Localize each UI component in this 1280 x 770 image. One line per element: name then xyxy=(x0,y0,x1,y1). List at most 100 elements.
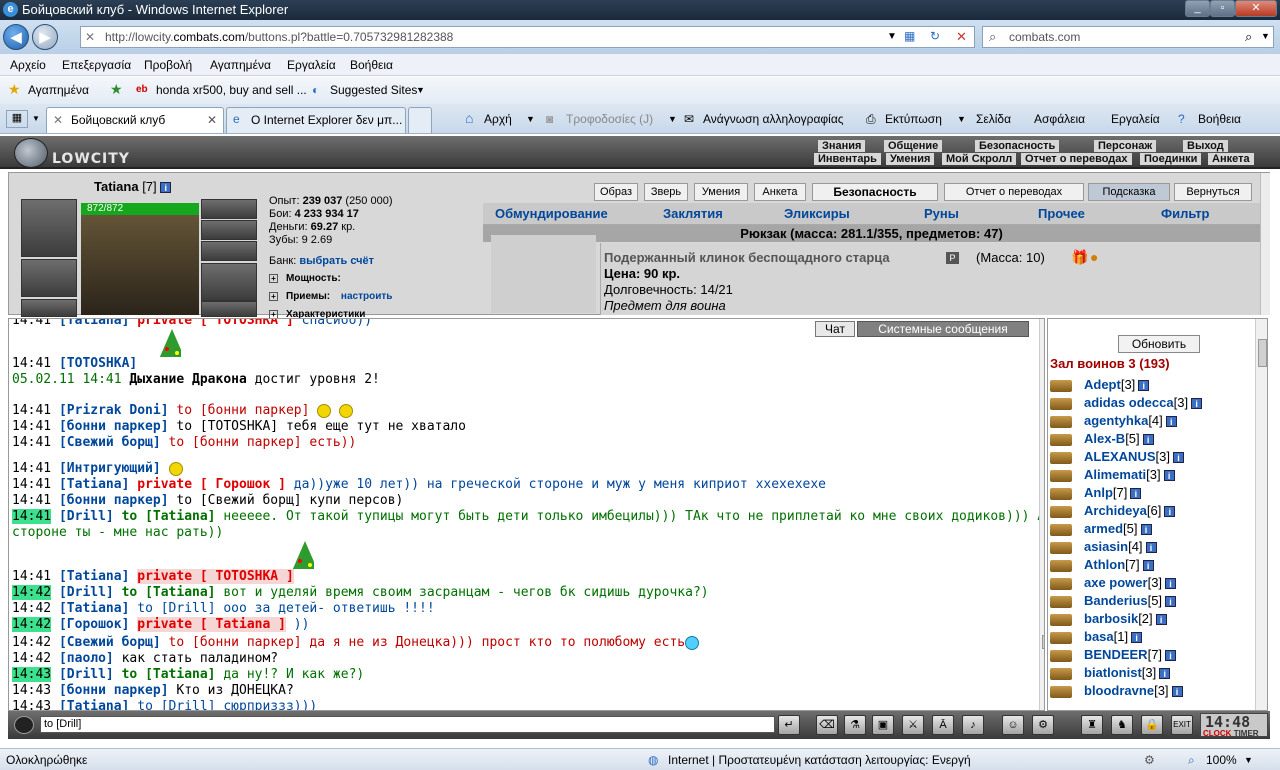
pet-button[interactable]: Зверь xyxy=(644,183,688,201)
room-scroll-thumb[interactable] xyxy=(1258,339,1267,367)
feeds-button[interactable]: Τροφοδοσίες (J) xyxy=(566,112,653,126)
item-image[interactable] xyxy=(491,235,596,313)
new-tab-button[interactable] xyxy=(408,107,432,133)
print-dropdown-icon[interactable]: ▼ xyxy=(957,114,966,124)
player-row[interactable]: Alimemati[3] i xyxy=(1050,467,1175,482)
favorites-button[interactable]: Αγαπημένα xyxy=(28,83,89,97)
clear-icon[interactable]: ⌫ xyxy=(816,715,838,735)
tab-elixirs[interactable]: Эликсиры xyxy=(784,206,850,221)
add-favorite-icon[interactable]: ★ xyxy=(110,81,123,98)
player-name[interactable]: biatlonist xyxy=(1084,665,1142,680)
translit-icon[interactable]: Ā xyxy=(932,715,954,735)
player-info-icon[interactable]: i xyxy=(1165,578,1177,589)
address-bar[interactable]: ✕ http://lowcity.combats.com/buttons.pl?… xyxy=(80,26,975,48)
player-name[interactable]: axe power xyxy=(1084,575,1148,590)
player-info-icon[interactable]: i xyxy=(1165,596,1177,607)
suggested-sites-link[interactable]: Suggested Sites xyxy=(330,83,417,97)
panel-scrollbar[interactable] xyxy=(1260,173,1270,315)
player-name[interactable]: BENDEER xyxy=(1084,647,1148,662)
tab-list-dropdown-icon[interactable]: ▼ xyxy=(32,114,40,123)
item-name[interactable]: Подержанный клинок беспощадного старца xyxy=(604,250,890,265)
stop-icon[interactable]: ✕ xyxy=(956,29,967,45)
nav-inventory[interactable]: Инвентарь xyxy=(814,153,881,165)
security-zone[interactable]: Internet | Προστατευμένη κατάσταση λειτο… xyxy=(668,753,971,767)
compat-view-icon[interactable]: ▦ xyxy=(904,29,915,43)
player-info-icon[interactable]: i xyxy=(1145,542,1157,553)
player-name[interactable]: Adept xyxy=(1084,377,1121,392)
character-portrait[interactable] xyxy=(81,203,199,315)
player-row[interactable]: Adept[3] i xyxy=(1050,377,1150,392)
search-box[interactable]: ⌕ combats.com ⌕ ▼ xyxy=(982,26,1274,48)
weapon-slot[interactable] xyxy=(21,299,77,317)
player-info-icon[interactable]: i xyxy=(1131,632,1143,643)
player-info-icon[interactable]: i xyxy=(1159,668,1171,679)
player-info-icon[interactable]: i xyxy=(1164,506,1176,517)
player-row[interactable]: Banderius[5] i xyxy=(1050,593,1177,608)
menu-edit[interactable]: Επεξεργασία xyxy=(62,58,131,72)
filter-icon[interactable]: ⚗ xyxy=(844,715,866,735)
shield-slot[interactable] xyxy=(201,301,257,317)
profile-button[interactable]: Анкета xyxy=(754,183,806,201)
tab-spells[interactable]: Заклятия xyxy=(663,206,723,221)
player-row[interactable]: asiasin[4] i xyxy=(1050,539,1157,554)
smiles-icon[interactable]: ☺ xyxy=(1002,715,1024,735)
tab-runes[interactable]: Руны xyxy=(924,206,959,221)
address-dropdown-icon[interactable]: ▼ xyxy=(887,31,897,42)
player-name[interactable]: adidas odecca xyxy=(1084,395,1174,410)
suggested-sites-dropdown-icon[interactable]: ▼ xyxy=(416,85,425,95)
search-input[interactable]: combats.com xyxy=(1009,30,1080,44)
chat-scroll-thumb[interactable] xyxy=(1042,635,1044,649)
player-row[interactable]: barbosik[2] i xyxy=(1050,611,1167,626)
player-info-icon[interactable]: i xyxy=(1138,380,1150,391)
tab-ie-error[interactable]: e Ο Internet Explorer δεν μπ... xyxy=(226,107,406,133)
player-name[interactable]: basa xyxy=(1084,629,1114,644)
hint-button[interactable]: Подсказка xyxy=(1088,183,1170,201)
room-scrollbar[interactable] xyxy=(1255,319,1267,710)
nav-communication[interactable]: Общение xyxy=(884,140,943,152)
transfer-report-button[interactable]: Отчет о переводах xyxy=(944,183,1084,201)
search-icon[interactable]: ⌕ xyxy=(1245,29,1252,45)
player-name[interactable]: armed xyxy=(1084,521,1123,536)
player-info-icon[interactable]: i xyxy=(1142,560,1154,571)
lock-icon[interactable]: 🔒 xyxy=(1141,715,1163,735)
zoom-level[interactable]: 100% xyxy=(1206,753,1237,767)
print-button[interactable]: Εκτύπωση xyxy=(885,112,942,126)
player-info-icon[interactable]: i xyxy=(1191,398,1203,409)
close-window-button[interactable]: ✕ xyxy=(1235,0,1277,17)
send-icon[interactable]: ↵ xyxy=(778,715,800,735)
player-name[interactable]: Anlp xyxy=(1084,485,1113,500)
player-info-icon[interactable]: i xyxy=(1142,434,1154,445)
protected-mode-icon[interactable]: ⚙ xyxy=(1144,753,1155,767)
player-info-icon[interactable]: i xyxy=(1130,488,1142,499)
read-mail-button[interactable]: Ανάγνωση αλληλογραφίας xyxy=(703,112,844,126)
tab-other[interactable]: Прочее xyxy=(1038,206,1085,221)
player-info-icon[interactable]: i xyxy=(1140,524,1152,535)
player-row[interactable]: armed[5] i xyxy=(1050,521,1152,536)
player-name[interactable]: Athlon xyxy=(1084,557,1125,572)
tab-combats[interactable]: ✕ Бойцовский клуб ✕ xyxy=(46,107,224,133)
player-name[interactable]: bloodravne xyxy=(1084,683,1154,698)
minimize-button[interactable]: _ xyxy=(1185,0,1210,17)
zoom-dropdown-icon[interactable]: ▼ xyxy=(1244,755,1253,765)
player-name[interactable]: Banderius xyxy=(1084,593,1148,608)
player-row[interactable]: axe power[3] i xyxy=(1050,575,1177,590)
player-info-icon[interactable]: i xyxy=(1163,470,1175,481)
player-row[interactable]: Archideya[6] i xyxy=(1050,503,1176,518)
favorite-link-honda[interactable]: honda xr500, buy and sell ... xyxy=(156,83,307,97)
close-tab-icon[interactable]: ✕ xyxy=(207,113,217,127)
tab-equipment[interactable]: Обмундирование xyxy=(495,206,608,221)
chat-scrollbar[interactable] xyxy=(1039,319,1044,710)
character-info-icon[interactable]: i xyxy=(160,182,172,193)
menu-help[interactable]: Βοήθεια xyxy=(350,58,393,72)
maximize-button[interactable]: ▫ xyxy=(1210,0,1235,17)
menu-favorites[interactable]: Αγαπημένα xyxy=(210,58,271,72)
player-row[interactable]: Anlp[7] i xyxy=(1050,485,1142,500)
menu-view[interactable]: Προβολή xyxy=(144,58,192,72)
back-button[interactable]: ◀ xyxy=(3,24,29,50)
forward-button[interactable]: ▶ xyxy=(32,24,58,50)
player-name[interactable]: barbosik xyxy=(1084,611,1138,626)
player-row[interactable]: adidas odecca[3] i xyxy=(1050,395,1203,410)
character-icon[interactable]: ♞ xyxy=(1111,715,1133,735)
tab-chat[interactable]: Чат xyxy=(815,321,855,337)
refresh-icon[interactable]: ↻ xyxy=(930,29,940,43)
